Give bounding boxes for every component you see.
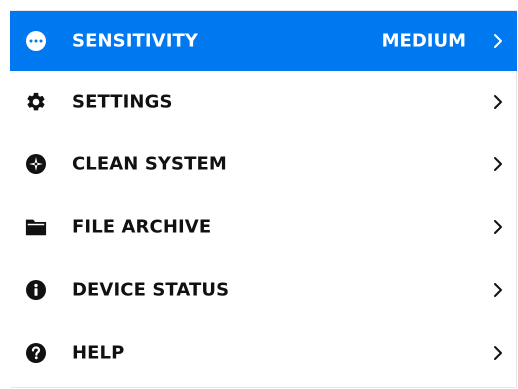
chevron-right-icon: [493, 33, 503, 49]
chevron-right-icon: [493, 94, 503, 110]
gear-icon: [25, 91, 47, 113]
menu-item-label: HELP: [72, 342, 125, 364]
chevron-right-icon: [493, 219, 503, 235]
menu-item-help[interactable]: HELP: [10, 323, 517, 383]
menu-item-label: DEVICE STATUS: [72, 279, 230, 301]
menu-panel: SENSITIVITY MEDIUM SETTINGS CLEAN SYSTEM…: [10, 10, 517, 388]
folder-icon: [25, 216, 47, 238]
menu-item-label: SENSITIVITY: [72, 30, 199, 52]
clean-icon: [25, 153, 47, 175]
dots-circle-icon: [25, 30, 47, 52]
menu-item-label: CLEAN SYSTEM: [72, 153, 227, 175]
menu-item-value: MEDIUM: [381, 30, 466, 52]
chevron-right-icon: [493, 282, 503, 298]
menu-item-clean-system[interactable]: CLEAN SYSTEM: [10, 134, 517, 194]
menu-item-label: SETTINGS: [72, 91, 173, 113]
menu-item-sensitivity[interactable]: SENSITIVITY MEDIUM: [10, 11, 517, 71]
chevron-right-icon: [493, 345, 503, 361]
help-icon: [25, 342, 47, 364]
menu-item-settings[interactable]: SETTINGS: [10, 72, 517, 132]
menu-item-device-status[interactable]: DEVICE STATUS: [10, 260, 517, 320]
info-icon: [25, 279, 47, 301]
menu-item-file-archive[interactable]: FILE ARCHIVE: [10, 197, 517, 257]
menu-item-label: FILE ARCHIVE: [72, 216, 212, 238]
chevron-right-icon: [493, 156, 503, 172]
